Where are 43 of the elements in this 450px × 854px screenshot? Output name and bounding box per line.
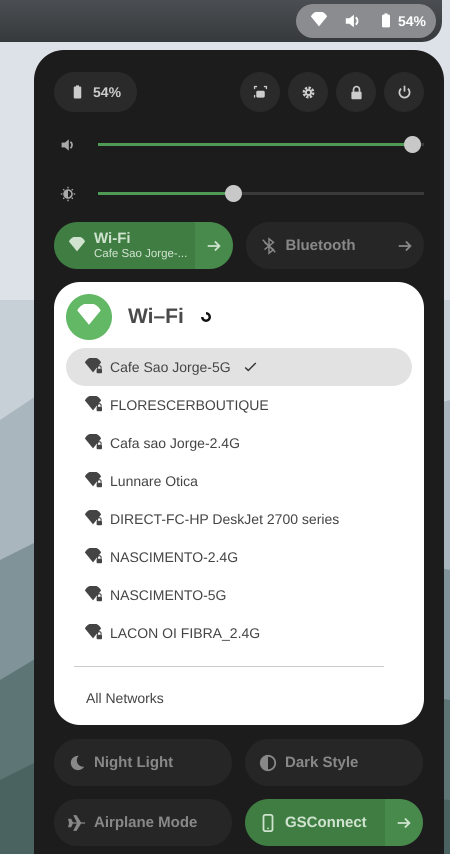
slider-thumb[interactable] xyxy=(224,185,242,202)
wifi-lock-icon xyxy=(84,548,102,566)
brightness-icon xyxy=(60,186,76,202)
lock-button[interactable] xyxy=(336,72,376,112)
expand-button[interactable] xyxy=(194,222,232,269)
power-button[interactable] xyxy=(384,72,424,112)
quick-toggle[interactable]: Wi-Fi Cafe Sao Jorge-... xyxy=(54,222,194,269)
slider-thumb[interactable] xyxy=(404,136,421,153)
expand-button[interactable] xyxy=(385,799,423,846)
screenshot-icon xyxy=(252,84,268,100)
battery-percent: 54% xyxy=(398,12,426,30)
network-item[interactable]: NASCIMENTO-2.4G xyxy=(66,538,412,576)
wifi-lock-icon xyxy=(84,586,102,604)
network-item[interactable]: FLORESCERBOUTIQUE xyxy=(66,386,412,424)
volume-icon xyxy=(60,136,76,152)
quick-toggle[interactable]: GSConnect xyxy=(245,799,385,846)
wifi-lock-icon xyxy=(84,434,102,452)
wifi-lock-icon xyxy=(84,396,102,414)
screenshot-button[interactable] xyxy=(240,72,280,112)
moon-icon xyxy=(68,754,86,772)
menu-title: Wi–Fi xyxy=(128,304,184,330)
wifi-lock-icon xyxy=(84,510,102,528)
all-networks-link[interactable]: All Networks xyxy=(66,688,184,709)
network-item[interactable]: LACON OI FIBRA_2.4G xyxy=(66,614,412,652)
airplane-icon xyxy=(68,814,86,832)
bluetooth-icon xyxy=(260,236,278,254)
quick-toggle[interactable]: Dark Style xyxy=(245,739,423,786)
contrast-icon xyxy=(259,754,277,772)
quick-toggle[interactable]: Bluetooth xyxy=(246,222,386,269)
settings-button[interactable] xyxy=(288,72,328,112)
network-item[interactable]: Cafe Sao Jorge-5G xyxy=(66,348,412,386)
power-icon xyxy=(396,84,412,100)
battery-button[interactable]: 54% xyxy=(54,72,138,112)
network-item[interactable]: DIRECT-FC-HP DeskJet 2700 series xyxy=(66,500,412,538)
wifi-lock-icon xyxy=(84,472,102,490)
quick-toggle[interactable]: Night Light xyxy=(54,739,232,786)
network-item[interactable]: Cafa sao Jorge-2.4G xyxy=(66,424,412,462)
quick-toggle[interactable]: Airplane Mode xyxy=(54,799,232,846)
settings-icon xyxy=(300,84,316,100)
wifi-lock-icon xyxy=(84,624,102,642)
network-item[interactable]: Lunnare Otica xyxy=(66,462,412,500)
network-item[interactable]: NASCIMENTO-5G xyxy=(66,576,412,614)
wifi-lock-icon xyxy=(84,358,102,376)
